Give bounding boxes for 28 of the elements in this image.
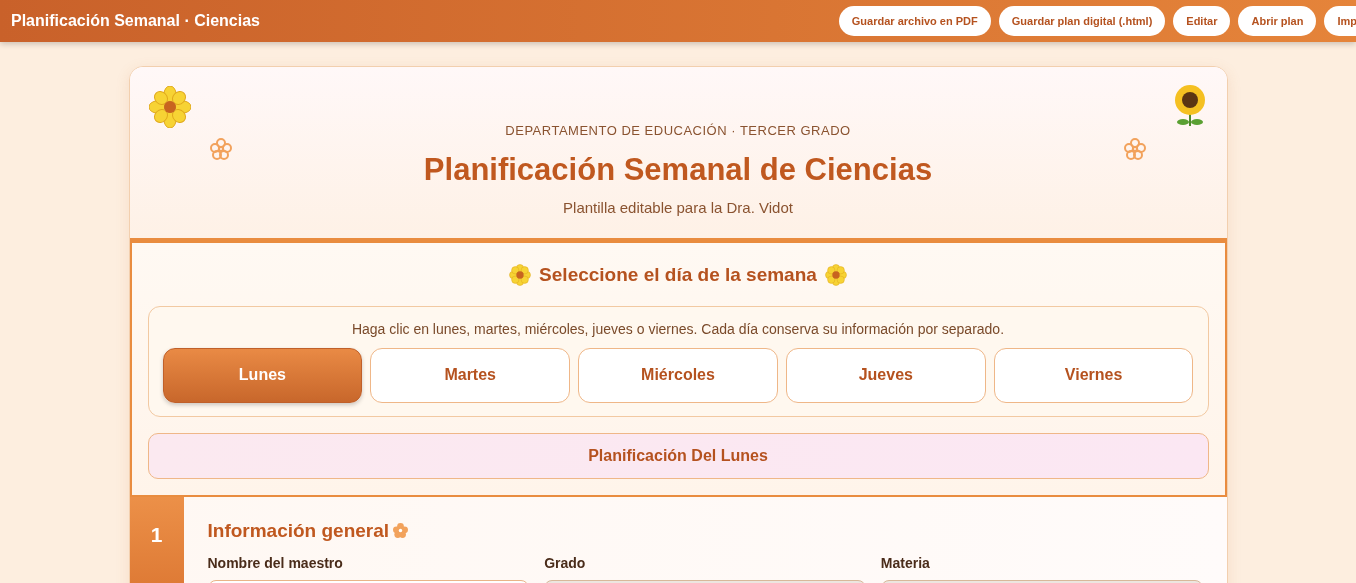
flower-icon (209, 138, 232, 160)
flower-icon (1123, 138, 1146, 160)
toolbar-button[interactable]: Guardar plan digital (.html) (998, 6, 1166, 36)
page-title: Planificación Semanal de Ciencias (423, 150, 933, 189)
department-label: DEPARTAMENTO DE EDUCACIÓN · TERCER GRADO (504, 122, 852, 140)
daisy-icon (148, 86, 191, 128)
day-tab[interactable]: Viernes (993, 347, 1194, 403)
toolbar-button[interactable]: Imp (1324, 6, 1356, 36)
instructions-text: Haga clic en lunes, martes, miércoles, jueves o viernes. Cada día conserva su información por separado. (350, 319, 1006, 339)
app-title: Planificación Semanal · Ciencias (11, 11, 260, 31)
section-title: Información general (207, 518, 390, 543)
daisy-icon (509, 264, 532, 287)
day-tab[interactable]: Miércoles (578, 347, 778, 403)
current-day-banner: Planificación Del Lunes (147, 432, 1209, 479)
toolbar-button[interactable]: Guardar archivo en PDF (838, 6, 991, 36)
daisy-icon (824, 264, 847, 287)
field-label: Grado (544, 554, 587, 573)
day-tab[interactable]: Lunes (162, 347, 363, 403)
field-label: Materia (880, 554, 931, 573)
day-tab[interactable]: Jueves (785, 347, 986, 403)
toolbar-button[interactable]: Editar (1173, 6, 1231, 36)
section-heading: Seleccione el día de la semana (539, 263, 817, 287)
section-number: 1 (129, 496, 184, 583)
page-subtitle: Plantilla editable para la Dra. Vidot (562, 198, 794, 218)
toolbar-button[interactable]: Abrir plan (1238, 6, 1317, 36)
day-tab[interactable]: Martes (370, 347, 571, 403)
flower-icon (393, 523, 409, 539)
field-label: Nombre del maestro (207, 554, 344, 573)
